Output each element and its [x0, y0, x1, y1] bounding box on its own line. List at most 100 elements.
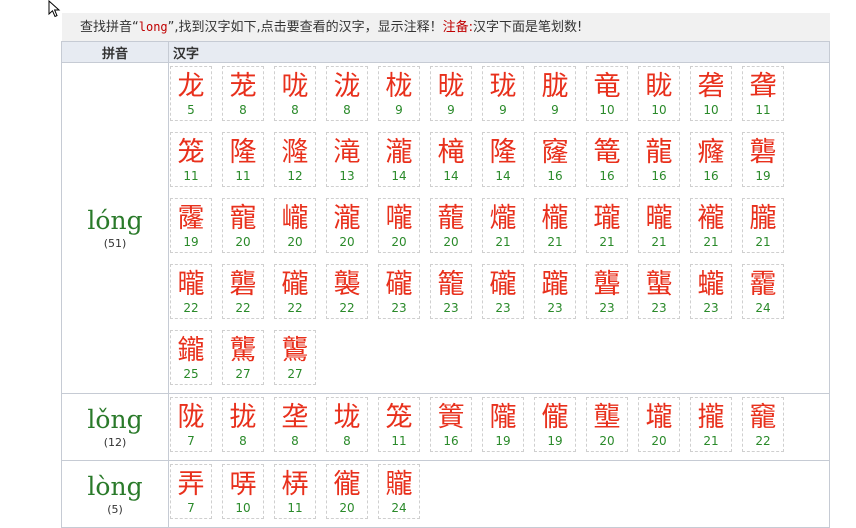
info-middle: ”,找到汉字如下,点击要查看的汉字，显示注释！ — [167, 20, 443, 35]
hanzi-item[interactable]: 篢 16 — [430, 397, 472, 452]
hanzi-item[interactable]: 篭 16 — [586, 132, 628, 187]
hanzi-item[interactable]: 壠 20 — [638, 397, 680, 452]
hanzi-item[interactable]: 隆 14 — [482, 132, 524, 187]
hanzi-item[interactable]: 竜 10 — [586, 66, 628, 121]
hanzi-character: 瀧 — [385, 137, 413, 168]
hanzi-item[interactable]: 曨 22 — [170, 264, 212, 319]
stroke-count: 27 — [287, 367, 303, 381]
pinyin-count: (51) — [103, 236, 127, 250]
hanzi-item[interactable]: 笼 11 — [170, 132, 212, 187]
hanzi-character: 徿 — [333, 469, 361, 500]
hanzi-item[interactable]: 聾 23 — [586, 264, 628, 319]
hanzi-grid: 龙 5 茏 8 咙 8 泷 8 栊 9 昽 9 珑 9 胧 9 竜 10 眬 10 砻 10 聋 11 笼 11 隆 11 漋 12 滝 13… — [169, 63, 829, 393]
hanzi-item[interactable]: 爖 21 — [482, 198, 524, 253]
stroke-count: 11 — [755, 103, 771, 117]
hanzi-item[interactable]: 靇 24 — [742, 264, 784, 319]
hanzi-character: 槞 — [437, 137, 465, 168]
hanzi-item[interactable]: 胧9 — [534, 66, 576, 121]
hanzi-item[interactable]: 瓏 21 — [586, 198, 628, 253]
hanzi-item[interactable]: 壟 20 — [586, 397, 628, 452]
hanzi-character: 眬 — [645, 71, 673, 102]
hanzi-item[interactable]: 儱 19 — [534, 397, 576, 452]
hanzi-item[interactable]: 鸗 27 — [274, 330, 316, 385]
hanzi-item[interactable]: 癃 16 — [690, 132, 732, 187]
hanzi-character: 襱 — [697, 203, 725, 234]
hanzi-item[interactable]: 蘢 20 — [430, 198, 472, 253]
hanzi-item[interactable]: 窿 16 — [534, 132, 576, 187]
hanzi-item[interactable]: 驡 27 — [222, 330, 264, 385]
hanzi-item[interactable]: 珑9 — [482, 66, 524, 121]
hanzi-item[interactable]: 蠪 23 — [638, 264, 680, 319]
hanzi-item[interactable]: 嚨 20 — [378, 198, 420, 253]
stroke-count: 21 — [755, 235, 771, 249]
hanzi-item[interactable]: 漋 12 — [274, 132, 316, 187]
hanzi-item[interactable]: 躘 23 — [534, 264, 576, 319]
stroke-count: 20 — [287, 235, 303, 249]
hanzi-item[interactable]: 笼 11 — [378, 397, 420, 452]
stroke-count: 22 — [235, 301, 251, 315]
hanzi-item[interactable]: 礲 23 — [378, 264, 420, 319]
stroke-count: 24 — [391, 501, 407, 515]
hanzi-item[interactable]: 襲 22 — [326, 264, 368, 319]
hanzi-item[interactable]: 櫳 21 — [534, 198, 576, 253]
hanzi-item[interactable]: 龙5 — [170, 66, 212, 121]
hanzi-item[interactable]: 竉 22 — [742, 397, 784, 452]
hanzi-grid: 陇 7 拢 8 垄 8 垅 8 笼 11 篢 16 隴 19 儱 19 壟 20 壠 20 攏 21 竉 22 — [169, 394, 829, 460]
stroke-count: 23 — [703, 301, 719, 315]
hanzi-item[interactable]: 栊9 — [378, 66, 420, 121]
hanzi-character: 隆 — [229, 137, 257, 168]
pinyin-cell: lòng (5) — [61, 460, 169, 528]
stroke-count: 19 — [183, 235, 199, 249]
hanzi-character: 梇 — [281, 469, 309, 500]
hanzi-item[interactable]: 隴 19 — [482, 397, 524, 452]
hanzi-item[interactable]: 鑨 25 — [170, 330, 212, 385]
hanzi-character: 櫳 — [541, 203, 569, 234]
hanzi-item[interactable]: 瀧 20 — [326, 198, 368, 253]
hanzi-item[interactable]: 蠬 23 — [690, 264, 732, 319]
stroke-count: 20 — [339, 501, 355, 515]
hanzi-item[interactable]: 砻 10 — [690, 66, 732, 121]
hanzi-item[interactable]: 哢 10 — [222, 464, 264, 519]
hanzi-character: 哢 — [229, 469, 257, 500]
hanzi-item[interactable]: 徿 20 — [326, 464, 368, 519]
hanzi-character: 爖 — [489, 203, 517, 234]
hanzi-character: 咙 — [281, 71, 309, 102]
hanzi-item[interactable]: 拢8 — [222, 397, 264, 452]
hanzi-character: 垅 — [333, 402, 361, 433]
hanzi-item[interactable]: 弄7 — [170, 464, 212, 519]
hanzi-item[interactable]: 槞 14 — [430, 132, 472, 187]
hanzi-item[interactable]: 眬 10 — [638, 66, 680, 121]
hanzi-item[interactable]: 聋 11 — [742, 66, 784, 121]
stroke-count: 9 — [499, 103, 507, 117]
stroke-count: 14 — [443, 169, 459, 183]
stroke-count: 11 — [235, 169, 251, 183]
hanzi-item[interactable]: 巄 20 — [274, 198, 316, 253]
hanzi-item[interactable]: 茏8 — [222, 66, 264, 121]
hanzi-item[interactable]: 礲 23 — [482, 264, 524, 319]
hanzi-item[interactable]: 朧 21 — [742, 198, 784, 253]
hanzi-item[interactable]: 隆 11 — [222, 132, 264, 187]
hanzi-item[interactable]: 瀧 14 — [378, 132, 420, 187]
hanzi-cell: 陇 7 拢 8 垄 8 垅 8 笼 11 篢 16 隴 19 儱 19 壟 20 壠 20 攏 21 竉 22 — [168, 393, 830, 461]
hanzi-item[interactable]: 滝 13 — [326, 132, 368, 187]
hanzi-item[interactable]: 垄8 — [274, 397, 316, 452]
hanzi-item[interactable]: 陇7 — [170, 397, 212, 452]
hanzi-item[interactable]: 龍 16 — [638, 132, 680, 187]
hanzi-item[interactable]: 襱 21 — [690, 198, 732, 253]
hanzi-item[interactable]: 梇 11 — [274, 464, 316, 519]
hanzi-item[interactable]: 贚 24 — [378, 464, 420, 519]
hanzi-item[interactable]: 礲 22 — [274, 264, 316, 319]
hanzi-item[interactable]: 霳 19 — [170, 198, 212, 253]
hanzi-item[interactable]: 寵 20 — [222, 198, 264, 253]
hanzi-item[interactable]: 礱 19 — [742, 132, 784, 187]
stroke-count: 22 — [183, 301, 199, 315]
hanzi-item[interactable]: 籠 23 — [430, 264, 472, 319]
hanzi-item[interactable]: 曨 21 — [638, 198, 680, 253]
hanzi-item[interactable]: 垅8 — [326, 397, 368, 452]
hanzi-item[interactable]: 攏 21 — [690, 397, 732, 452]
hanzi-item[interactable]: 昽9 — [430, 66, 472, 121]
stroke-count: 21 — [547, 235, 563, 249]
hanzi-item[interactable]: 咙8 — [274, 66, 316, 121]
hanzi-item[interactable]: 泷8 — [326, 66, 368, 121]
hanzi-item[interactable]: 礱 22 — [222, 264, 264, 319]
